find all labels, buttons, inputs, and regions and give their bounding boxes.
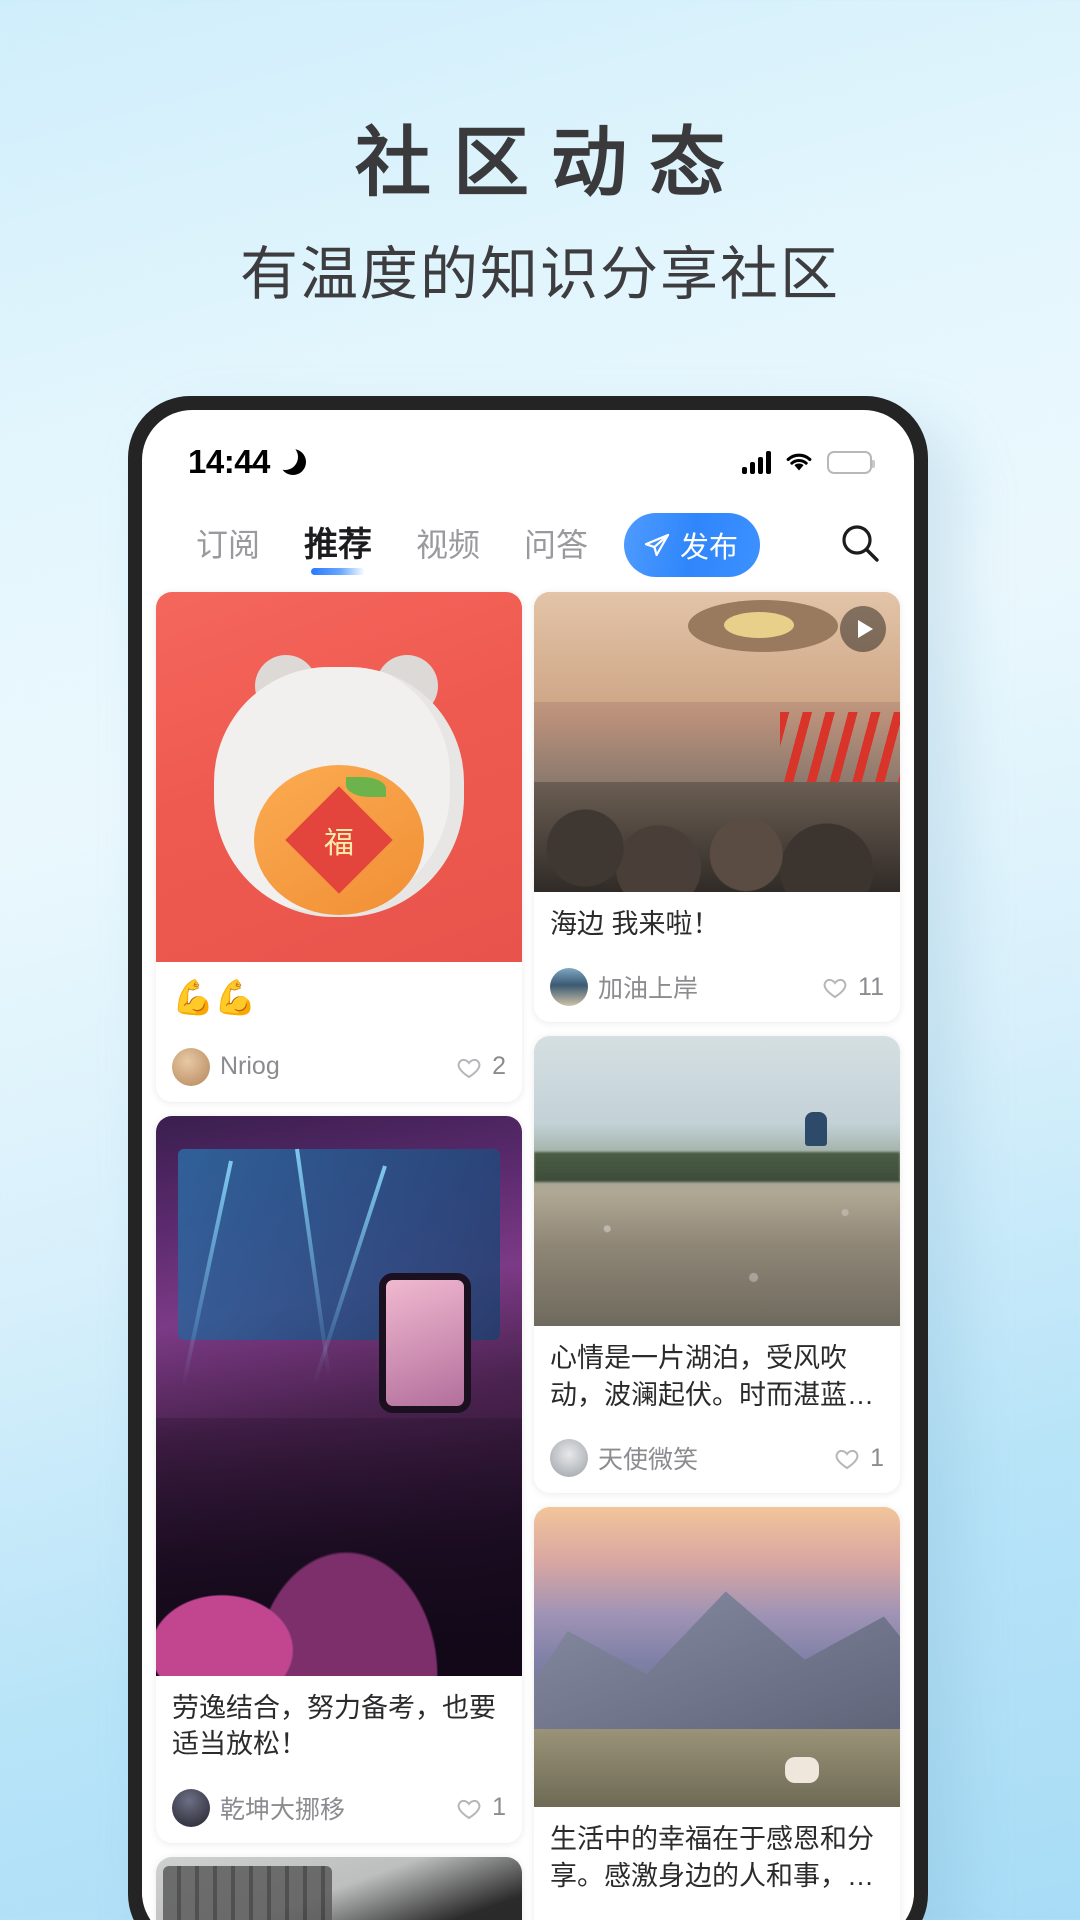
heart-icon (455, 1794, 483, 1822)
status-bar-right (742, 450, 875, 474)
card-author-name: 加油上岸 (598, 975, 699, 1004)
like-count: 2 (492, 1052, 506, 1081)
heart-icon (821, 973, 849, 1001)
feed-card[interactable]: 劳逸结合，努力备考，也要适当放松！ 乾坤大挪移 1 (156, 1115, 522, 1843)
search-button[interactable] (836, 521, 884, 569)
cellular-signal-icon (742, 450, 771, 474)
page-subtitle: 有温度的知识分享社区 (239, 241, 840, 307)
publish-button-label: 发布 (680, 532, 739, 564)
concert-crowd-photo (156, 1115, 522, 1676)
mountain-ridge-photo (534, 1507, 900, 1808)
feed-left-column: 福 💪💪 Nriog 2 劳逸结合，努力备考，也要适当放松！ 乾坤大挪移 1 (156, 592, 522, 1920)
card-meta: 加油上岸 11 (534, 958, 900, 1022)
card-body: 海边 我来啦！ (534, 892, 900, 958)
desk-keyboard-mousepad-photo: razer (156, 1856, 522, 1920)
tab-qa[interactable]: 问答 (502, 517, 610, 573)
sand-dune-sunset-photo (534, 1036, 900, 1327)
play-icon[interactable] (840, 606, 886, 652)
avatar (172, 1788, 210, 1827)
heart-icon (455, 1053, 483, 1081)
tab-recommend[interactable]: 推荐 (282, 517, 394, 573)
feed-waterfall[interactable]: 福 💪💪 Nriog 2 劳逸结合，努力备考，也要适当放松！ 乾坤大挪移 1 海… (142, 586, 914, 1920)
card-meta: 快乐大猫 (534, 1910, 900, 1920)
like-group[interactable]: 1 (455, 1793, 506, 1822)
crescent-moon-icon (271, 444, 306, 475)
feed-card[interactable]: 海边 我来啦！ 加油上岸 11 (534, 592, 900, 1023)
card-title: 劳逸结合，努力备考，也要适当放松！ (172, 1692, 496, 1760)
page-title: 社区动态 (355, 121, 747, 206)
tab-video[interactable]: 视频 (394, 517, 502, 573)
hamster-new-year-illustration: 福 (156, 592, 522, 962)
seaside-pier-crowd-photo (534, 592, 900, 892)
like-group[interactable]: 1 (833, 1444, 884, 1473)
card-meta: Nriog 2 (156, 1038, 522, 1102)
publish-button[interactable]: 发布 (624, 513, 761, 577)
card-title: 生活中的幸福在于感恩和分享。感激身边的人和事，… (550, 1824, 874, 1891)
avatar (550, 1439, 588, 1478)
search-icon (838, 521, 882, 570)
feed-card[interactable]: 福 💪💪 Nriog 2 (156, 592, 522, 1102)
avatar (172, 1047, 210, 1086)
card-author[interactable]: Nriog (172, 1047, 280, 1086)
card-meta: 天使微笑 1 (534, 1429, 900, 1493)
like-group[interactable]: 11 (821, 973, 884, 1002)
card-body: 劳逸结合，努力备考，也要适当放松！ (156, 1676, 522, 1779)
status-time: 14:44 (188, 443, 270, 480)
card-meta: 乾坤大挪移 1 (156, 1779, 522, 1843)
phone-screen: 14:44 订阅 推荐 视频 问答 发布 福 💪💪 Nriog 2 劳逸结合，努… (142, 410, 914, 1920)
card-author[interactable]: 加油上岸 (550, 968, 699, 1007)
card-author-name: Nriog (220, 1052, 280, 1081)
battery-icon (827, 450, 875, 474)
card-body: 心情是一片湖泊，受风吹动，波澜起伏。时而湛蓝… (534, 1326, 900, 1429)
tab-subscribe[interactable]: 订阅 (174, 517, 282, 573)
paper-plane-icon (643, 531, 671, 559)
card-author[interactable]: 乾坤大挪移 (172, 1788, 346, 1827)
avatar (550, 968, 588, 1007)
feed-card[interactable]: razer (156, 1856, 522, 1920)
heart-icon (833, 1444, 861, 1472)
feed-card[interactable]: 心情是一片湖泊，受风吹动，波澜起伏。时而湛蓝… 天使微笑 1 (534, 1036, 900, 1494)
like-count: 1 (492, 1793, 506, 1822)
status-bar: 14:44 (142, 410, 914, 494)
card-title: 海边 我来啦！ (550, 909, 720, 939)
top-tab-bar: 订阅 推荐 视频 问答 发布 (142, 494, 914, 586)
like-count: 11 (858, 972, 884, 1001)
feed-right-column: 海边 我来啦！ 加油上岸 11 心情是一片湖泊，受风吹动，波澜起伏。时而湛蓝… … (534, 592, 900, 1920)
like-group[interactable]: 2 (455, 1052, 506, 1081)
feed-card[interactable]: 生活中的幸福在于感恩和分享。感激身边的人和事，… 快乐大猫 (534, 1507, 900, 1920)
wifi-icon (784, 450, 814, 474)
phone-mockup: 14:44 订阅 推荐 视频 问答 发布 福 💪💪 Nriog 2 劳逸结合，努… (128, 396, 928, 1920)
card-title: 心情是一片湖泊，受风吹动，波澜起伏。时而湛蓝… (550, 1343, 874, 1410)
hero-section: 社区动态 有温度的知识分享社区 (0, 0, 1080, 308)
card-body: 生活中的幸福在于感恩和分享。感激身边的人和事，… (534, 1807, 900, 1910)
card-title: 💪💪 (172, 979, 257, 1017)
card-author-name: 天使微笑 (598, 1446, 699, 1475)
like-count: 1 (870, 1443, 884, 1472)
card-author-name: 乾坤大挪移 (220, 1795, 346, 1824)
status-bar-left: 14:44 (188, 443, 306, 481)
card-author[interactable]: 天使微笑 (550, 1439, 699, 1478)
card-body: 💪💪 (156, 962, 522, 1038)
